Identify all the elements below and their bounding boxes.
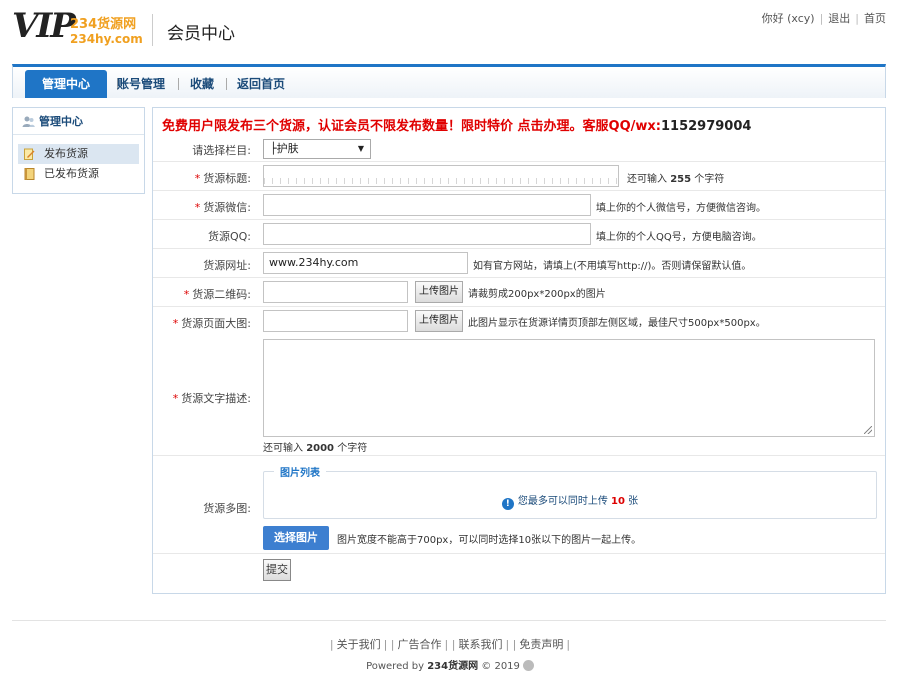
description-char-hint: 还可输入 2000 个字符 bbox=[263, 443, 368, 454]
logo-site-name: 234货源网 bbox=[70, 17, 137, 32]
qq-input[interactable] bbox=[263, 223, 591, 245]
row-images: 货源多图: 图片列表 ! 您最多可以同时上传 10 张 选择图片 图片宽度不能高于… bbox=[153, 456, 885, 554]
category-label: 请选择栏目: bbox=[192, 144, 251, 157]
service-qq: 1152979004 bbox=[660, 119, 752, 134]
qq-hint: 填上你的个人QQ号，方便电脑咨询。 bbox=[596, 232, 762, 243]
qrcode-upload-button[interactable]: 上传图片 bbox=[415, 281, 463, 303]
wechat-input[interactable] bbox=[263, 194, 591, 216]
title-label: * 货源标题: bbox=[194, 172, 251, 185]
website-label: 货源网址: bbox=[203, 259, 251, 272]
home-link[interactable]: 首页 bbox=[864, 12, 886, 25]
publish-form-panel: 免费用户限发布三个货源，认证会员不限发布数量！限时特价 点击办理。客服QQ/wx… bbox=[152, 107, 886, 594]
char-ruler bbox=[264, 178, 618, 184]
image-list-box: 图片列表 ! 您最多可以同时上传 10 张 bbox=[263, 464, 877, 519]
edit-note-icon bbox=[24, 148, 35, 160]
logo-domain: 234hy.com bbox=[70, 32, 143, 46]
logout-link[interactable]: 退出 bbox=[828, 12, 850, 25]
sidebar-item-publish[interactable]: 发布货源 bbox=[18, 144, 139, 164]
qrcode-path-input[interactable] bbox=[263, 281, 408, 303]
notebook-icon bbox=[24, 168, 35, 180]
banner-label: * 货源页面大图: bbox=[172, 317, 251, 330]
page-title: 会员中心 bbox=[167, 24, 235, 44]
sidebar-item-label: 发布货源 bbox=[44, 147, 88, 160]
main-nav: 管理中心 账号管理 收藏 返回首页 bbox=[12, 64, 886, 98]
sidebar-header: 管理中心 bbox=[13, 108, 144, 135]
wechat-label: * 货源微信: bbox=[194, 201, 251, 214]
site-logo[interactable]: VIP 234货源网 234hy.com bbox=[12, 6, 147, 52]
images-label: 货源多图: bbox=[203, 502, 251, 515]
footer-divider bbox=[12, 620, 886, 621]
row-qrcode: * 货源二维码: 上传图片 请裁剪成200px*200px的图片 bbox=[153, 278, 885, 307]
wechat-hint: 填上你的个人微信号，方便微信咨询。 bbox=[596, 203, 766, 214]
upload-limit-info: ! 您最多可以同时上传 10 张 bbox=[264, 492, 876, 510]
category-select[interactable]: ├护肤 ▼ bbox=[263, 139, 371, 159]
qq-label: 货源QQ: bbox=[207, 230, 251, 243]
seal-icon bbox=[522, 660, 534, 671]
promo-notice-text: 免费用户限发布三个货源，认证会员不限发布数量！限时特价 点击办理。客服QQ/wx… bbox=[162, 119, 661, 134]
logo-divider bbox=[152, 14, 153, 46]
banner-path-input[interactable] bbox=[263, 310, 408, 332]
title-input[interactable] bbox=[263, 165, 619, 187]
submit-button[interactable]: 提交 bbox=[263, 559, 291, 581]
promo-notice[interactable]: 免费用户限发布三个货源，认证会员不限发布数量！限时特价 点击办理。客服QQ/wx… bbox=[162, 115, 751, 134]
row-description: * 货源文字描述: 还可输入 2000 个字符 bbox=[153, 339, 885, 456]
tab-back-home[interactable]: 返回首页 bbox=[237, 73, 285, 95]
chevron-down-icon: ▼ bbox=[357, 144, 364, 153]
logo-vip-text: VIP bbox=[12, 6, 76, 46]
header: VIP 234货源网 234hy.com 会员中心 你好 (xcy) | 退出 | 首页 bbox=[0, 0, 900, 60]
resize-grip-icon[interactable] bbox=[864, 426, 872, 434]
qrcode-label: * 货源二维码: bbox=[183, 288, 251, 301]
qrcode-hint: 请裁剪成200px*200px的图片 bbox=[468, 289, 606, 300]
description-textarea[interactable] bbox=[263, 339, 875, 437]
powered-by: Powered by 234货源网 © 2019 bbox=[0, 657, 900, 672]
tab-account[interactable]: 账号管理 bbox=[117, 73, 165, 95]
sidebar-item-published[interactable]: 已发布货源 bbox=[18, 164, 139, 184]
description-label: * 货源文字描述: bbox=[172, 392, 251, 405]
sidebar-title: 管理中心 bbox=[39, 115, 83, 128]
row-title: * 货源标题: 还可输入 255 个字符 bbox=[153, 162, 885, 191]
category-select-value: ├护肤 bbox=[270, 142, 299, 155]
info-icon: ! bbox=[501, 498, 514, 510]
website-hint: 如有官方网站，请填上(不用填写http://)。否则请保留默认值。 bbox=[473, 261, 752, 272]
row-category: 请选择栏目: ├护肤 ▼ bbox=[153, 136, 885, 162]
title-char-hint: 还可输入 255 个字符 bbox=[627, 174, 725, 185]
user-greeting[interactable]: 你好 (xcy) bbox=[762, 12, 815, 25]
sidebar: 管理中心 发布货源 已发布货源 bbox=[12, 107, 145, 194]
footer-links: | 关于我们 | | 广告合作 | | 联系我们 | | 免责声明 | bbox=[329, 638, 571, 651]
row-qq: 货源QQ: 填上你的个人QQ号，方便电脑咨询。 bbox=[153, 220, 885, 249]
row-website: 货源网址: www.234hy.com 如有官方网站，请填上(不用填写http:… bbox=[153, 249, 885, 278]
footer-link-contact[interactable]: 联系我们 bbox=[458, 638, 502, 651]
top-links: 你好 (xcy) | 退出 | 首页 bbox=[761, 12, 886, 25]
images-hint: 图片宽度不能高于700px，可以同时选择10张以下的图片一起上传。 bbox=[337, 535, 642, 546]
banner-upload-button[interactable]: 上传图片 bbox=[415, 310, 463, 332]
row-banner: * 货源页面大图: 上传图片 此图片显示在货源详情页顶部左侧区域，最佳尺寸500p… bbox=[153, 307, 885, 337]
tab-favorites[interactable]: 收藏 bbox=[190, 73, 214, 95]
footer-link-about[interactable]: 关于我们 bbox=[337, 638, 381, 651]
powered-brand: 234货源网 bbox=[427, 661, 479, 672]
footer-link-ads[interactable]: 广告合作 bbox=[398, 638, 442, 651]
select-images-button[interactable]: 选择图片 bbox=[263, 526, 329, 550]
banner-hint: 此图片显示在货源详情页顶部左侧区域，最佳尺寸500px*500px。 bbox=[468, 318, 766, 329]
footer-link-disclaimer[interactable]: 免责声明 bbox=[519, 638, 563, 651]
tab-admin-center[interactable]: 管理中心 bbox=[25, 70, 107, 98]
sidebar-item-label: 已发布货源 bbox=[44, 167, 99, 180]
users-icon bbox=[22, 116, 35, 127]
image-list-legend: 图片列表 bbox=[274, 464, 326, 479]
row-wechat: * 货源微信: 填上你的个人微信号，方便微信咨询。 bbox=[153, 191, 885, 220]
website-input[interactable]: www.234hy.com bbox=[263, 252, 468, 274]
row-submit: 提交 bbox=[153, 554, 885, 584]
